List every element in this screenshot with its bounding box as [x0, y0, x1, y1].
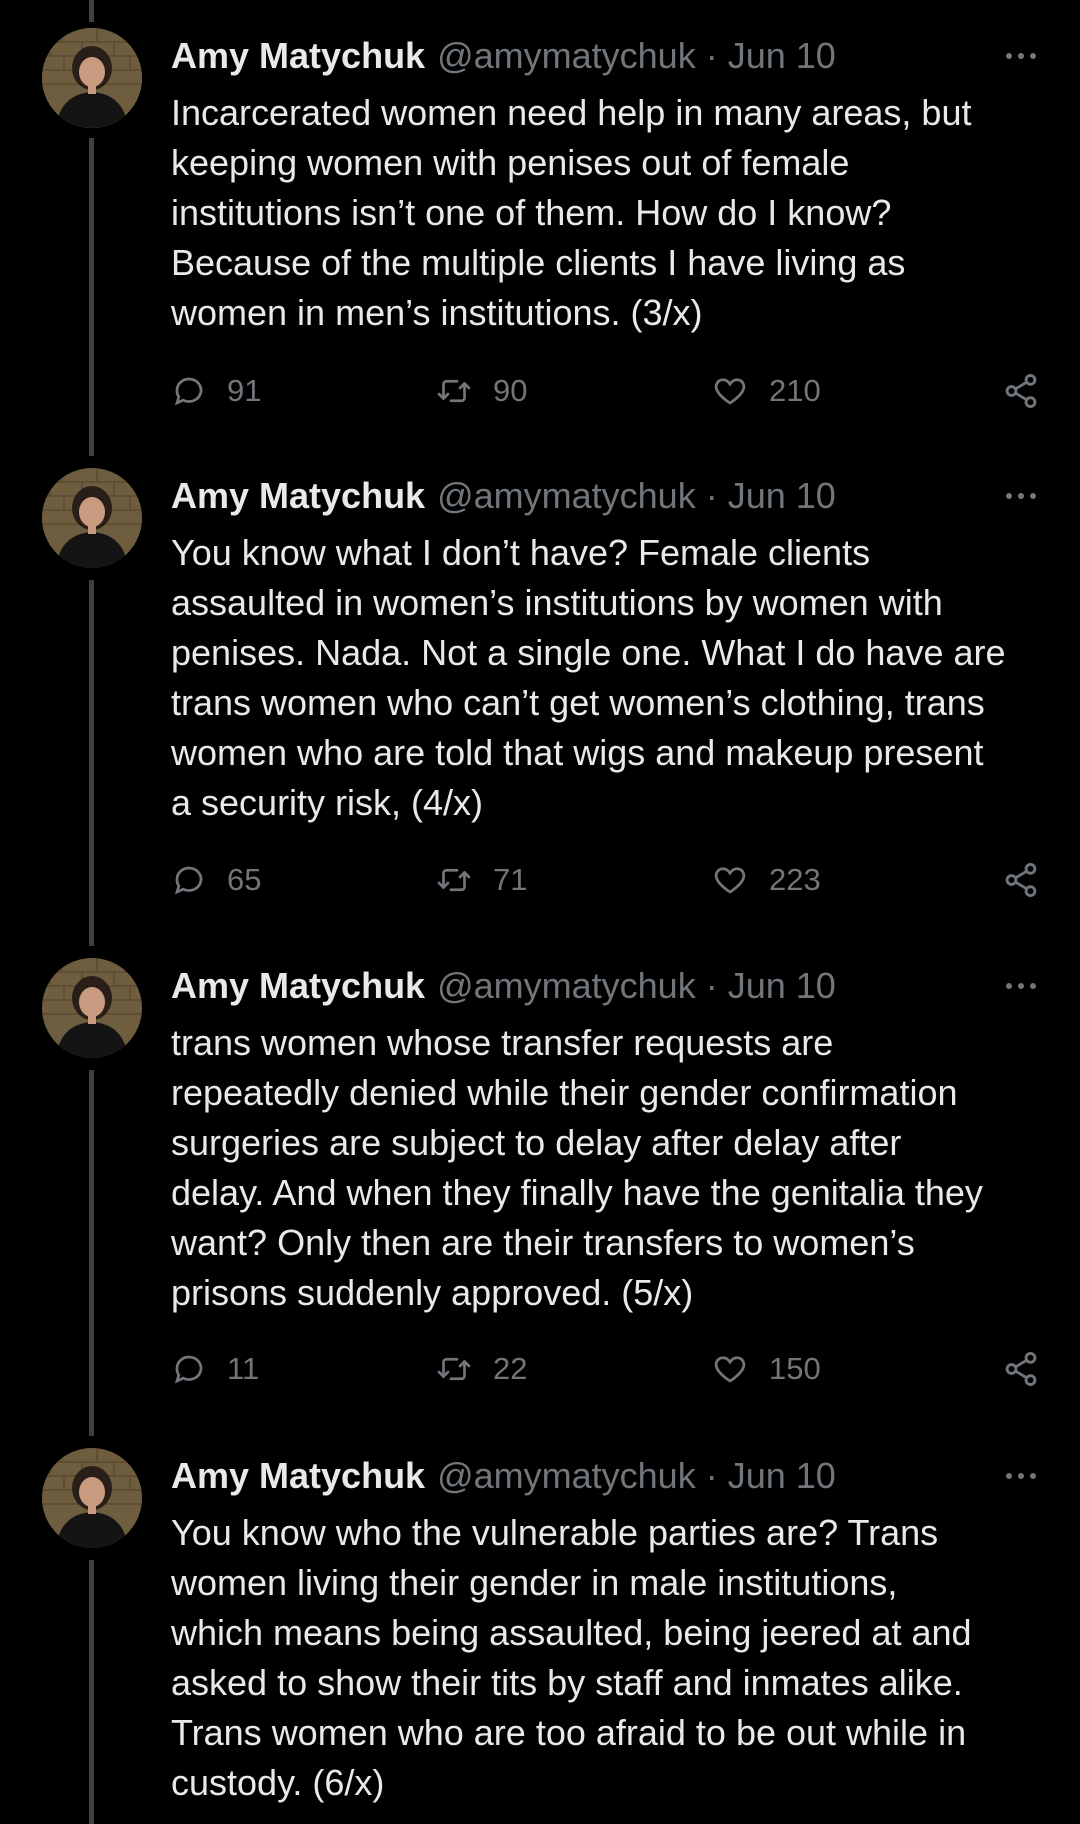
share-button[interactable] [1002, 366, 1040, 416]
tweet-date[interactable]: Jun 10 [728, 965, 836, 1007]
header-separator: · [705, 1455, 718, 1496]
author-avatar[interactable] [42, 1448, 142, 1548]
more-options-icon[interactable] [1004, 1466, 1038, 1486]
tweet-actions: 11 22 150 [171, 1344, 1040, 1394]
header-separator: · [705, 475, 718, 516]
tweet-date[interactable]: Jun 10 [728, 35, 836, 77]
tweet-header: Amy Matychuk @amymatychuk · Jun 10 [171, 474, 1040, 518]
share-button[interactable] [1002, 1344, 1040, 1394]
header-separator: · [705, 965, 718, 1006]
like-button[interactable]: 210 [711, 366, 821, 416]
retweet-button[interactable]: 22 [435, 1344, 527, 1394]
retweet-arrows-icon [437, 379, 471, 403]
tweet[interactable]: Amy Matychuk @amymatychuk · Jun 10 You k… [0, 1420, 1080, 1824]
like-count: 210 [769, 373, 821, 408]
author-avatar[interactable] [42, 28, 142, 128]
reply-count: 65 [227, 862, 262, 897]
tweet-text: Incarcerated women need help in many are… [171, 92, 972, 333]
share-nodes-icon [1005, 863, 1037, 897]
share-nodes-icon [1005, 374, 1037, 408]
tweet-text: You know what I don’t have? Female clien… [171, 532, 1006, 823]
reply-button[interactable]: 11 [171, 1344, 259, 1394]
retweet-count: 90 [493, 373, 528, 408]
tweet[interactable]: Amy Matychuk @amymatychuk · Jun 10 You k… [0, 440, 1080, 930]
reply-count: 91 [227, 373, 262, 408]
author-name[interactable]: Amy Matychuk [171, 965, 425, 1007]
retweet-count: 22 [493, 1351, 528, 1386]
reply-button[interactable]: 91 [171, 366, 261, 416]
tweet[interactable]: Amy Matychuk @amymatychuk · Jun 10 Incar… [0, 0, 1080, 440]
more-options-icon[interactable] [1004, 486, 1038, 506]
retweet-button[interactable]: 90 [435, 366, 527, 416]
like-button[interactable]: 223 [711, 855, 821, 905]
tweet-date[interactable]: Jun 10 [728, 1455, 836, 1497]
heart-icon [714, 378, 746, 405]
tweet-header: Amy Matychuk @amymatychuk · Jun 10 [171, 34, 1040, 78]
tweet-text: You know who the vulnerable parties are?… [171, 1512, 972, 1803]
reply-bubble-icon [174, 1355, 203, 1384]
tweet-header: Amy Matychuk @amymatychuk · Jun 10 [171, 964, 1040, 1008]
share-button[interactable] [1002, 855, 1040, 905]
reply-button[interactable]: 65 [171, 855, 261, 905]
author-handle[interactable]: @amymatychuk [437, 475, 696, 517]
tweet-header: Amy Matychuk @amymatychuk · Jun 10 [171, 1454, 1040, 1498]
tweet[interactable]: Amy Matychuk @amymatychuk · Jun 10 trans… [0, 930, 1080, 1420]
heart-icon [714, 1356, 746, 1383]
reply-count: 11 [227, 1351, 260, 1386]
retweet-arrows-icon [437, 868, 471, 892]
retweet-button[interactable]: 71 [435, 855, 527, 905]
retweet-count: 71 [493, 862, 528, 897]
share-nodes-icon [1005, 1352, 1037, 1386]
more-options-icon[interactable] [1004, 46, 1038, 66]
author-name[interactable]: Amy Matychuk [171, 35, 425, 77]
like-count: 223 [769, 862, 821, 897]
tweet-actions: 65 71 223 [171, 855, 1040, 905]
author-handle[interactable]: @amymatychuk [437, 965, 696, 1007]
author-handle[interactable]: @amymatychuk [437, 1455, 696, 1497]
like-button[interactable]: 150 [711, 1344, 821, 1394]
tweet-actions: 91 90 210 [171, 366, 1040, 416]
author-handle[interactable]: @amymatychuk [437, 35, 696, 77]
tweet-date[interactable]: Jun 10 [728, 475, 836, 517]
header-separator: · [705, 35, 718, 76]
author-avatar[interactable] [42, 958, 142, 1058]
reply-bubble-icon [174, 866, 203, 895]
author-name[interactable]: Amy Matychuk [171, 475, 425, 517]
reply-bubble-icon [174, 377, 203, 406]
more-options-icon[interactable] [1004, 976, 1038, 996]
heart-icon [714, 867, 746, 894]
retweet-arrows-icon [437, 1357, 471, 1381]
author-avatar[interactable] [42, 468, 142, 568]
author-name[interactable]: Amy Matychuk [171, 1455, 425, 1497]
tweet-text: trans women whose transfer requests are … [171, 1022, 983, 1313]
like-count: 150 [769, 1351, 821, 1386]
